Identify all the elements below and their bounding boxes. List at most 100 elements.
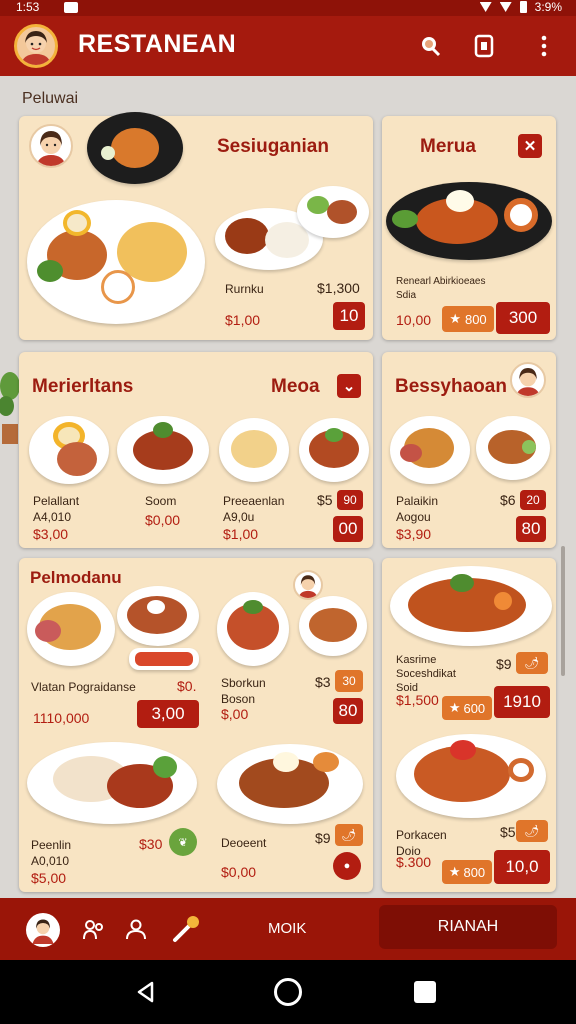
dish-image [27,742,197,824]
menu-card-5[interactable]: Pelmodanu Vlatan Pograidanse $0. 1110,00… [19,558,373,892]
spice-badge-icon: 🌶 [516,820,548,842]
people-icon[interactable] [78,913,110,945]
avatar-icon[interactable] [14,24,58,68]
magic-wand-icon[interactable] [170,913,202,945]
item-price: $1,00 [225,312,261,328]
star-icon: ★ [448,700,461,715]
item-name: Vlatan Pograidanse [31,680,136,694]
item-price-alt: $30 [139,836,163,852]
item-name: Deoeent [221,836,267,850]
add-button[interactable]: 300 [496,302,550,334]
dish-image [476,416,550,480]
content-area: Peluwai Sesiuganian Rurnku $1,300 $1,00 [0,76,576,898]
card-title: Merierltans [32,376,134,397]
item-price: $0,00 [145,512,181,528]
dish-image [219,418,289,482]
bottom-nav: MOIK RIANAH [0,898,576,960]
chef-avatar-icon [293,570,323,600]
star-icon: ★ [449,311,461,326]
add-button[interactable]: 10 [333,302,365,330]
dish-image [217,744,363,824]
item-desc: A0,010 [31,854,70,868]
small-badge: 20 [520,490,546,510]
menu-card-3[interactable]: Merierltans Meoa ⌄ Pelallant A4,010 $3,0… [19,352,373,548]
tablet-icon[interactable] [470,32,498,60]
card-title: Sesiuganian [217,136,329,157]
add-button[interactable]: 10,0 [494,850,550,884]
card-title-right: Meoa [271,376,320,397]
dish-image [396,734,546,818]
add-round-button[interactable]: ● [333,852,361,880]
chevron-down-icon[interactable]: ⌄ [337,374,361,398]
order-button[interactable]: ★ 800 [442,860,492,884]
recents-icon[interactable] [414,981,436,1003]
nav-label[interactable]: MOIK [268,920,306,937]
item-price: $.300 [396,854,432,870]
item-name: Pelallant [33,494,80,508]
card-title: Bessyhaoan [395,376,507,397]
menu-card-6[interactable]: Kasrime Soceshdikat Soid $1,500 $9 🌶 ★ 6… [382,558,556,892]
item-price-alt: $9 [496,656,512,672]
item-name: Palaikin [396,494,439,508]
profile-icon[interactable] [26,913,60,947]
item-desc: Boson [221,692,256,706]
leaf-icon: ❦ [169,828,197,856]
add-button[interactable]: 80 [516,516,546,542]
chef-avatar-icon [510,362,546,398]
add-button[interactable]: 00 [333,516,363,542]
battery-level: 3:9% [534,0,562,14]
item-price-alt: $5 [317,492,333,508]
item-price: 1110,000 [33,710,90,726]
item-price: $5,00 [31,870,67,886]
item-price: $,00 [221,706,249,722]
menu-card-1[interactable]: Sesiuganian Rurnku $1,300 $1,00 10 [19,112,373,340]
primary-action-button[interactable]: RIANAH [379,905,557,949]
menu-card-2[interactable]: Merua ✕ Renearl Abirkioeaes Sdia 10,00 ★… [382,116,556,340]
status-time: 1:53 [16,0,40,14]
signal-icon [499,2,512,12]
face-scan-icon[interactable] [416,32,444,60]
app-bar: RESTANEAN [0,16,576,76]
order-button[interactable]: ★ 800 [442,306,494,332]
menu-card-4[interactable]: Bessyhaoan Palaikin Aogou $3,90 $6 20 80 [382,352,556,548]
dish-image [117,416,209,484]
item-name: Sborkun [221,676,266,690]
item-price: $0,00 [221,864,257,880]
add-button[interactable]: 80 [333,698,363,724]
dish-image [390,566,552,646]
order-button[interactable]: ★ 600 [442,696,492,720]
item-price: $1,500 [396,692,439,708]
star-icon: ★ [448,864,461,879]
item-price-alt: $9 [315,830,331,846]
user-icon[interactable] [120,913,152,945]
dish-image [217,592,289,666]
small-badge: 30 [335,670,363,692]
item-desc: Soceshdikat [396,668,456,680]
add-button[interactable]: 3,00 [137,700,199,728]
system-nav-bar [0,960,576,1024]
item-name: Preeaenlan [223,494,285,508]
item-name: Soom [145,494,177,508]
more-vert-icon[interactable] [530,32,558,60]
close-icon[interactable]: ✕ [518,134,542,158]
app-title: RESTANEAN [78,30,237,58]
item-name: Peenlin [31,838,72,852]
home-icon[interactable] [274,978,302,1006]
item-price-alt: $0. [177,678,197,694]
order-label: 800 [463,864,486,880]
dish-image [117,586,199,646]
item-desc: Renearl Abirkioeaes [396,276,486,287]
battery-icon [519,1,527,13]
scrollbar[interactable] [561,546,565,676]
wifi-icon [479,2,492,12]
dish-image [299,596,367,656]
dish-image [87,112,183,184]
item-price: $3,00 [33,526,69,542]
item-price: $1,00 [223,526,259,542]
item-price-alt: $3 [315,674,331,690]
add-button[interactable]: 1910 [494,686,550,718]
order-label: 800 [464,311,487,327]
dish-image [27,592,115,666]
dish-image [390,416,470,484]
back-icon[interactable] [134,980,158,1004]
